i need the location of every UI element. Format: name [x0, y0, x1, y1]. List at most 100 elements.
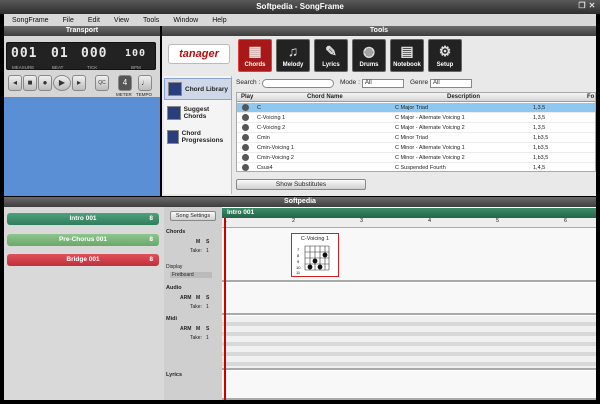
- ruler-tick: 2: [292, 218, 296, 224]
- menu-file[interactable]: File: [63, 17, 74, 24]
- beat-label: BEAT: [52, 65, 64, 70]
- mode-select[interactable]: All: [362, 79, 404, 88]
- table-row[interactable]: Cmin-Voicing 1 C Minor - Alternate Voicin…: [237, 143, 595, 153]
- track-audio: Audio ARM M S Take: 1: [166, 285, 220, 315]
- take-value[interactable]: 1: [206, 248, 209, 254]
- chord-description: C Major - Alternate Voicing 2: [395, 125, 465, 131]
- tool-chords[interactable]: ▦ Chords: [238, 39, 272, 72]
- display-select[interactable]: Fretboard: [170, 272, 212, 278]
- nav-chord-library[interactable]: Chord Library: [164, 78, 232, 100]
- chord-table: Play Chord Name Description Fo C C Major …: [236, 92, 596, 172]
- rewind-button[interactable]: ◂: [8, 75, 22, 91]
- tool-melody[interactable]: ♫ Melody: [276, 39, 310, 72]
- chord-formula: 1,3,5: [533, 125, 546, 131]
- menu-songframe[interactable]: SongFrame: [12, 17, 49, 24]
- menu-window[interactable]: Window: [173, 17, 198, 24]
- track-name: Lyrics: [166, 372, 183, 378]
- menu-help[interactable]: Help: [212, 17, 226, 24]
- play-icon[interactable]: [242, 144, 249, 151]
- bpm-label: BPM: [131, 65, 141, 70]
- section-label: Bridge 001: [66, 256, 100, 263]
- column-description[interactable]: Description: [447, 94, 480, 100]
- chord-formula: 1,b3,5: [533, 145, 549, 151]
- menu-edit[interactable]: Edit: [88, 17, 100, 24]
- play-icon[interactable]: [242, 134, 249, 141]
- meter-button[interactable]: 4: [118, 75, 132, 91]
- nav-chord-progressions[interactable]: Chord Progressions: [164, 126, 232, 148]
- table-row[interactable]: Csus4 C Suspended Fourth 1,4,5: [237, 163, 595, 171]
- tools-header: Tools: [162, 26, 596, 36]
- play-icon[interactable]: [242, 104, 249, 111]
- table-row[interactable]: Cmin-Voicing 2 C Minor - Alternate Voicin…: [237, 153, 595, 163]
- restore-icon[interactable]: ❐: [578, 2, 586, 10]
- ruler[interactable]: 1 2 3 4 5 6: [222, 218, 596, 228]
- menu-bar: SongFrame File Edit View Tools Window He…: [4, 14, 596, 26]
- audio-lane[interactable]: [222, 283, 596, 315]
- chord-block[interactable]: C-Voicing 1 7 8 9 10 11: [291, 233, 339, 277]
- fret-number: 11: [296, 270, 301, 274]
- record-button[interactable]: ●: [38, 75, 52, 91]
- close-icon[interactable]: ✕: [588, 2, 596, 10]
- play-icon[interactable]: [242, 154, 249, 161]
- column-play[interactable]: Play: [241, 94, 253, 100]
- track-midi: Midi ARM M S Take: 1: [166, 316, 220, 346]
- track-name: Midi: [166, 316, 177, 322]
- play-icon[interactable]: [242, 114, 249, 121]
- fret-number: 7: [297, 247, 300, 252]
- section-bridge[interactable]: Bridge 001 8: [7, 254, 159, 266]
- search-input[interactable]: [262, 79, 334, 88]
- table-row[interactable]: Cmin C Minor Triad 1,b3,5: [237, 133, 595, 143]
- chord-name: Cmin-Voicing 1: [257, 145, 294, 151]
- solo-button[interactable]: S: [206, 295, 209, 301]
- tempo-button[interactable]: ♩: [138, 75, 152, 91]
- mute-button[interactable]: M: [196, 239, 200, 245]
- playhead[interactable]: [224, 218, 226, 400]
- nav-suggest-chords[interactable]: Suggest Chords: [164, 102, 232, 124]
- arm-button[interactable]: ARM: [180, 295, 191, 301]
- lyrics-lane[interactable]: [222, 371, 596, 400]
- mute-button[interactable]: M: [196, 326, 200, 332]
- menu-view[interactable]: View: [114, 17, 129, 24]
- solo-button[interactable]: S: [206, 239, 209, 245]
- stop-button[interactable]: ■: [23, 75, 37, 91]
- tool-label: Setup: [436, 62, 454, 68]
- column-formula[interactable]: Fo: [587, 94, 594, 100]
- tool-notebook[interactable]: ▤ Notebook: [390, 39, 424, 72]
- play-icon[interactable]: [242, 164, 249, 171]
- column-chord-name[interactable]: Chord Name: [307, 94, 343, 100]
- tick-label: TICK: [87, 65, 98, 70]
- song-settings-button[interactable]: Song Settings: [170, 211, 216, 221]
- menu-tools[interactable]: Tools: [143, 17, 159, 24]
- tanager-logo: tanager: [168, 44, 230, 64]
- fret-number: 9: [297, 259, 300, 264]
- mute-button[interactable]: M: [196, 295, 200, 301]
- tool-label: Notebook: [393, 62, 421, 68]
- play-icon[interactable]: [242, 124, 249, 131]
- show-substitutes-button[interactable]: Show Substitutes: [236, 179, 366, 190]
- take-value[interactable]: 1: [206, 304, 209, 310]
- chord-description: C Major - Alternate Voicing 1: [395, 115, 465, 121]
- tool-setup[interactable]: ⚙ Setup: [428, 39, 462, 72]
- table-row[interactable]: C-Voicing 2 C Major - Alternate Voicing 2…: [237, 123, 595, 133]
- genre-select[interactable]: All: [430, 79, 472, 88]
- take-value[interactable]: 1: [206, 335, 209, 341]
- timeline-section-bar[interactable]: Intro 001: [222, 208, 596, 218]
- search-label: Search :: [236, 79, 261, 86]
- section-intro[interactable]: Intro 001 8: [7, 213, 159, 225]
- chord-name: Cmin: [257, 135, 270, 141]
- solo-button[interactable]: S: [206, 326, 209, 332]
- table-row[interactable]: C-Voicing 1 C Major - Alternate Voicing 1…: [237, 113, 595, 123]
- tool-lyrics[interactable]: ✎ Lyrics: [314, 39, 348, 72]
- tool-drums[interactable]: ◍ Drums: [352, 39, 386, 72]
- ruler-tick: 4: [428, 218, 432, 224]
- chords-lane[interactable]: [222, 228, 596, 282]
- forward-button[interactable]: ▸: [72, 75, 86, 91]
- qc-button[interactable]: QC: [95, 75, 109, 91]
- section-pre-chorus[interactable]: Pre-Chorus 001 8: [7, 234, 159, 246]
- table-header: Play Chord Name Description Fo: [237, 93, 595, 102]
- table-row[interactable]: C C Major Triad 1,3,5: [237, 103, 595, 113]
- play-button[interactable]: ▶: [53, 75, 71, 91]
- arm-button[interactable]: ARM: [180, 326, 191, 332]
- track-chords: Chords M S Take: 1 Display Fretboard: [166, 229, 220, 281]
- bpm-readout: 100: [125, 48, 147, 59]
